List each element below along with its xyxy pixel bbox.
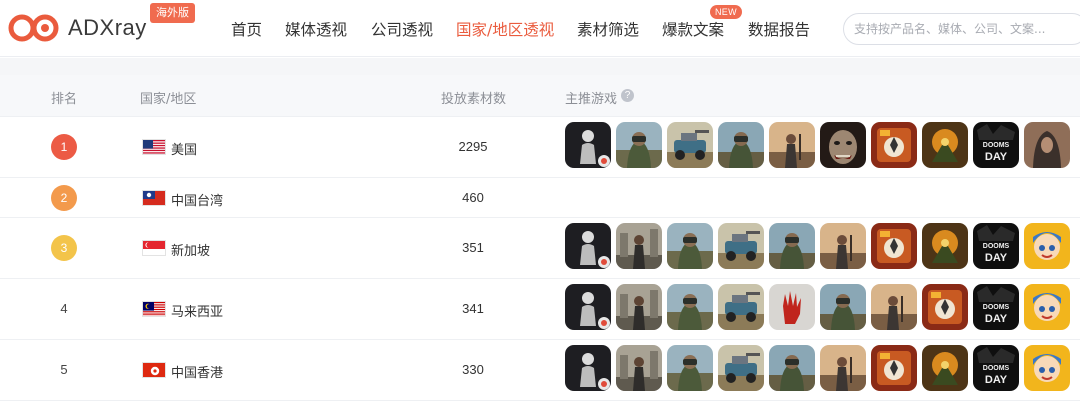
armored-car-game-icon[interactable] [718, 284, 764, 330]
creative-count: 351 [462, 240, 484, 255]
soldier-hood-game-icon[interactable] [769, 223, 815, 269]
silhouette-figure-game-icon[interactable] [565, 284, 611, 330]
armored-car-game-icon[interactable] [718, 223, 764, 269]
soldier-hood-game-icon[interactable] [718, 122, 764, 168]
doomsday-soldier-game-icon[interactable] [871, 223, 917, 269]
soldier-hood-game-icon[interactable] [667, 223, 713, 269]
nav-item-country-insight[interactable]: 国家/地区透视 [456, 18, 554, 40]
table-row[interactable]: 4 马来西亚 341 DOOMS DAY [0, 279, 1080, 340]
hk-flag-icon [142, 362, 166, 378]
rank-number: 4 [60, 301, 68, 316]
wasteland-survivor-game-icon[interactable] [871, 284, 917, 330]
my-flag-icon [142, 301, 166, 317]
svg-text:DAY: DAY [985, 252, 1008, 264]
header-creative-count[interactable]: 投放素材数 [441, 88, 506, 107]
search-box [843, 13, 1080, 45]
wasteland-warrior-game-icon[interactable] [922, 345, 968, 391]
country-name[interactable]: 新加坡 [171, 240, 210, 259]
nav-item-hot-copywriting[interactable]: 爆款文案 [662, 18, 724, 40]
header-featured-games: 主推游戏 [565, 92, 618, 107]
silhouette-figure-game-icon[interactable] [565, 223, 611, 269]
new-badge: NEW [710, 5, 742, 19]
tw-flag-icon [142, 190, 166, 206]
nav-item-home[interactable]: 首页 [231, 18, 262, 40]
nav-item-media-insight[interactable]: 媒体透视 [285, 18, 347, 40]
ruins-survivor-game-icon[interactable] [616, 223, 662, 269]
hooded-survivor-game-icon[interactable] [1024, 122, 1070, 168]
svg-text:DAY: DAY [985, 313, 1008, 325]
header-rank: 排名 [51, 92, 78, 107]
country-name[interactable]: 美国 [171, 139, 197, 158]
doomsday-soldier-game-icon[interactable] [871, 122, 917, 168]
doomsday-soldier-game-icon[interactable] [922, 284, 968, 330]
doomsday-text-game-icon[interactable]: DOOMS DAY [973, 122, 1019, 168]
doomsday-text-game-icon[interactable]: DOOMS DAY [973, 223, 1019, 269]
silhouette-figure-game-icon[interactable] [565, 345, 611, 391]
svg-text:DAY: DAY [985, 374, 1008, 386]
soldier-hood-game-icon[interactable] [769, 345, 815, 391]
country-name[interactable]: 马来西亚 [171, 301, 223, 320]
creative-count: 2295 [458, 139, 488, 154]
silhouette-figure-game-icon[interactable] [565, 122, 611, 168]
creative-count: 341 [462, 301, 484, 316]
nav-item-creative-filter[interactable]: 素材筛选 [577, 18, 639, 40]
country-name[interactable]: 中国台湾 [171, 190, 223, 209]
adxray-logo-icon[interactable] [8, 12, 60, 44]
doomsday-text-game-icon[interactable]: DOOMS DAY [973, 284, 1019, 330]
svg-text:DOOMS: DOOMS [983, 243, 1010, 250]
armored-car-game-icon[interactable] [667, 122, 713, 168]
rank-number: 5 [60, 362, 68, 377]
cartoon-hero-game-icon[interactable] [1024, 345, 1070, 391]
svg-text:DOOMS: DOOMS [983, 142, 1010, 149]
wasteland-survivor-game-icon[interactable] [769, 122, 815, 168]
svg-text:DAY: DAY [985, 151, 1008, 163]
question-circle-icon[interactable]: ? [621, 89, 634, 102]
search-input[interactable] [854, 14, 1074, 44]
nav-item-data-report[interactable]: 数据报告 [748, 18, 810, 40]
content-separator [0, 58, 1080, 75]
table-header: 排名 国家/地区 投放素材数 主推游戏 ? [0, 75, 1080, 117]
ruins-survivor-game-icon[interactable] [616, 345, 662, 391]
ruins-survivor-game-icon[interactable] [616, 284, 662, 330]
sg-flag-icon [142, 240, 166, 256]
doomsday-soldier-game-icon[interactable] [871, 345, 917, 391]
armored-car-game-icon[interactable] [718, 345, 764, 391]
country-name[interactable]: 中国香港 [171, 362, 223, 381]
creative-count: 460 [462, 190, 484, 205]
wasteland-survivor-game-icon[interactable] [820, 345, 866, 391]
soldier-hood-game-icon[interactable] [616, 122, 662, 168]
creative-count: 330 [462, 362, 484, 377]
wasteland-warrior-game-icon[interactable] [922, 223, 968, 269]
svg-text:DOOMS: DOOMS [983, 304, 1010, 311]
rank-badge: 3 [51, 235, 77, 261]
cartoon-hero-game-icon[interactable] [1024, 223, 1070, 269]
wasteland-warrior-game-icon[interactable] [922, 122, 968, 168]
top-navigation: ADXray 海外版 首页 媒体透视 公司透视 国家/地区透视 素材筛选 爆款文… [0, 0, 1080, 57]
wasteland-survivor-game-icon[interactable] [820, 223, 866, 269]
table-row[interactable]: 3 新加坡 351 DOOMS DAY [0, 218, 1080, 279]
rank-badge: 2 [51, 185, 77, 211]
table-row[interactable]: 5 中国香港 330 DOOMS DAY [0, 340, 1080, 401]
svg-text:DOOMS: DOOMS [983, 365, 1010, 372]
cartoon-hero-game-icon[interactable] [1024, 284, 1070, 330]
red-hand-game-icon[interactable] [769, 284, 815, 330]
us-flag-icon [142, 139, 166, 155]
rank-badge: 1 [51, 134, 77, 160]
table-row[interactable]: 2 中国台湾 460 [0, 178, 1080, 218]
doomsday-text-game-icon[interactable]: DOOMS DAY [973, 345, 1019, 391]
soldier-hood-game-icon[interactable] [667, 345, 713, 391]
brand-name[interactable]: ADXray [68, 15, 147, 41]
zombie-face-game-icon[interactable] [820, 122, 866, 168]
table-row[interactable]: 1 美国 2295 DOOMS DAY [0, 117, 1080, 178]
soldier-hood-game-icon[interactable] [820, 284, 866, 330]
header-country: 国家/地区 [140, 92, 197, 107]
soldier-hood-game-icon[interactable] [667, 284, 713, 330]
nav-item-company-insight[interactable]: 公司透视 [371, 18, 433, 40]
overseas-edition-badge: 海外版 [150, 3, 195, 23]
